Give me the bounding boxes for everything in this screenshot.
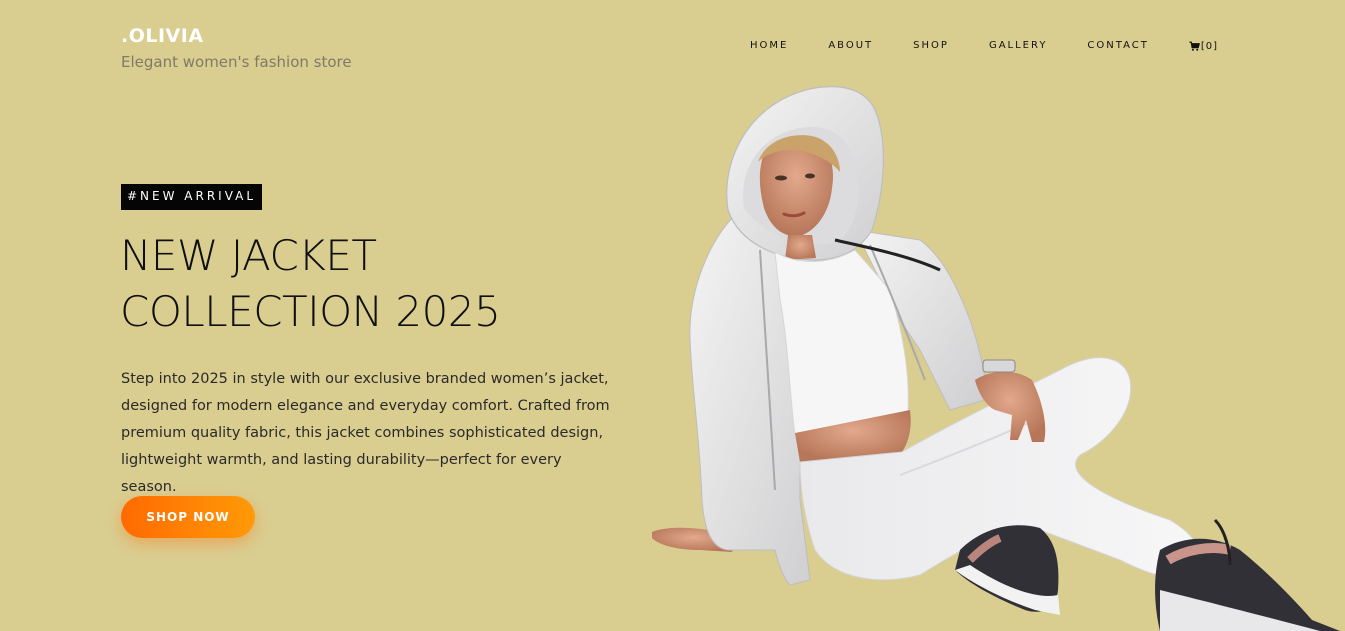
model-image [652, 86, 1340, 631]
page: .OLIVIA Elegant women's fashion store HO… [0, 0, 1345, 631]
cart-icon [1189, 41, 1200, 51]
nav-item-shop[interactable]: SHOP [913, 39, 949, 53]
cart-link[interactable]: [0] [1189, 41, 1218, 52]
main-nav: HOME ABOUT SHOP GALLERY CONTACT [0] [750, 39, 1218, 53]
nav-item-home[interactable]: HOME [750, 39, 788, 53]
cart-count: [0] [1200, 40, 1219, 52]
brand: .OLIVIA Elegant women's fashion store [121, 24, 352, 72]
brand-logo[interactable]: .OLIVIA [121, 24, 352, 48]
brand-tagline: Elegant women's fashion store [121, 53, 352, 71]
hero-description: Step into 2025 in style with our exclusi… [121, 371, 610, 495]
hero-headline-line-1: NEW JACKET [120, 231, 377, 280]
shop-now-button[interactable]: SHOP NOW [121, 496, 255, 538]
nav-item-gallery[interactable]: GALLERY [989, 39, 1047, 53]
new-arrival-badge: #NEW ARRIVAL [121, 184, 263, 210]
nav-item-contact[interactable]: CONTACT [1087, 39, 1148, 53]
hero-headline: NEW JACKET COLLECTION 2025 [120, 228, 600, 340]
nav-item-about[interactable]: ABOUT [828, 39, 873, 53]
hero-headline-line-2: COLLECTION 2025 [120, 287, 501, 336]
